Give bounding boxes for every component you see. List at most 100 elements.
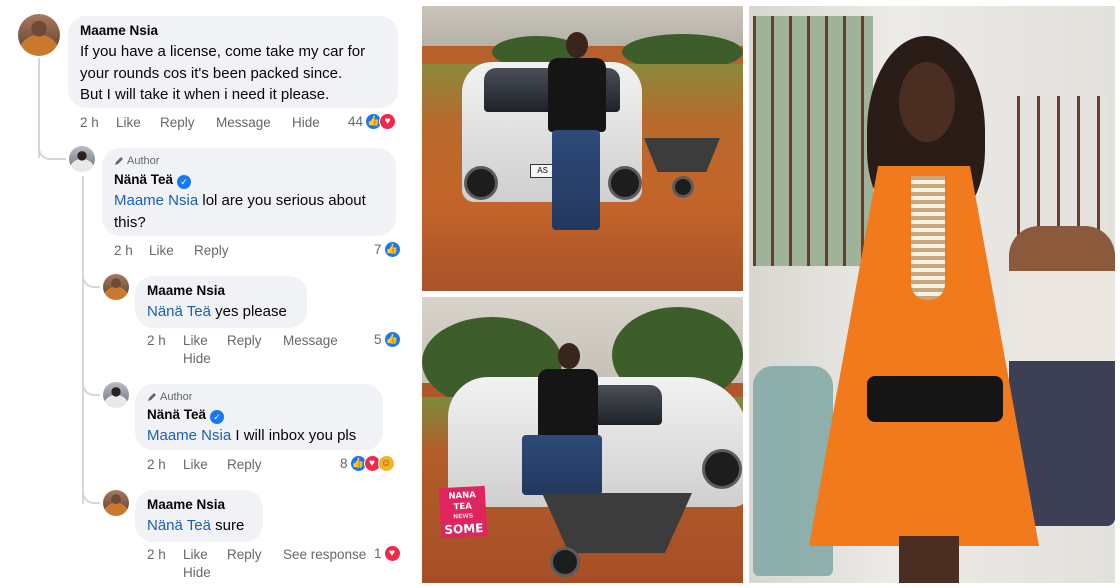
mention-link[interactable]: Maame Nsia [147, 427, 231, 444]
mention-link[interactable]: Nänä Teä [147, 517, 211, 534]
reply-button[interactable]: Reply [194, 243, 229, 258]
car-wheel [702, 449, 742, 489]
watermark-line: NANA TEA [448, 490, 477, 513]
message-button[interactable]: Message [283, 333, 338, 348]
car-wheel [608, 166, 642, 200]
comment-thread: Maame Nsia If you have a license, come t… [0, 0, 416, 588]
timestamp[interactable]: 2 h [80, 115, 99, 130]
comment-actions: 2 h Like Reply Message Hide [147, 333, 347, 369]
like-button[interactable]: Like [183, 333, 208, 348]
person-torso [548, 58, 606, 132]
mention-link[interactable]: Maame Nsia [114, 192, 198, 209]
message-button[interactable]: Message [216, 115, 271, 130]
see-response-button[interactable]: See response [283, 547, 366, 562]
avatar[interactable] [103, 382, 129, 408]
timestamp[interactable]: 2 h [114, 243, 133, 258]
reactions[interactable]: 44 👍 ♥ [348, 113, 397, 130]
commenter-name[interactable]: Maame Nsia [147, 497, 225, 512]
woman-face [899, 62, 955, 142]
reply-button[interactable]: Reply [227, 547, 262, 562]
love-reaction-icon: ♥ [383, 545, 401, 562]
reaction-count: 1 [374, 546, 382, 561]
commenter-name-text: Nänä Teä [147, 407, 207, 422]
photo-man-with-car-field: AS 5 [422, 6, 743, 291]
comment-text-line: this? [114, 213, 146, 231]
thread-connector [82, 268, 100, 288]
comment-text-part: I will inbox you pls [231, 427, 357, 444]
reaction-count: 5 [374, 332, 382, 347]
wheelbarrow-wheel [550, 547, 580, 577]
comment-actions: 2 h Like Reply [114, 243, 274, 261]
thread-line [82, 176, 84, 504]
comment-text-line: If you have a license, come take my car … [80, 43, 366, 60]
timestamp[interactable]: 2 h [147, 547, 166, 562]
author-badge: Author [147, 391, 192, 403]
author-label: Author [127, 155, 160, 167]
watermark-line: SOME [444, 520, 484, 537]
comment-text: Nänä Teä yes please [147, 301, 307, 323]
commenter-name[interactable]: Nänä Teä ✓ [114, 172, 192, 189]
pen-icon [148, 393, 156, 401]
verified-icon: ✓ [177, 175, 192, 189]
reply-button[interactable]: Reply [160, 115, 195, 130]
window-grille [753, 16, 873, 266]
reply-button[interactable]: Reply [227, 457, 262, 472]
commenter-name[interactable]: Maame Nsia [80, 23, 158, 38]
reaction-count: 7 [374, 242, 382, 257]
care-reaction-icon: ☺ [377, 455, 395, 472]
hide-button[interactable]: Hide [292, 115, 320, 130]
avatar[interactable] [69, 146, 95, 172]
comment-text-part: yes please [210, 303, 287, 320]
comment-actions: 2 h Like Reply Message Hide [80, 115, 340, 133]
reactions[interactable]: 1 ♥ [374, 545, 401, 562]
comment-text-line: But I will take it when i need it please… [80, 86, 330, 103]
verified-icon: ✓ [210, 410, 225, 424]
car-wheel [464, 166, 498, 200]
person-head [558, 343, 580, 369]
comment-text-line: your rounds cos it's been packed since. [80, 64, 343, 82]
like-reaction-icon: 👍 [383, 241, 401, 258]
thread-connector [82, 376, 100, 396]
person-legs [552, 130, 600, 230]
comment-text: If you have a license, come take my car … [80, 41, 396, 106]
reactions[interactable]: 7 👍 [374, 241, 401, 258]
commenter-name[interactable]: Nänä Teä ✓ [147, 407, 225, 424]
reaction-count: 44 [348, 114, 364, 129]
person-legs [522, 435, 602, 495]
author-label: Author [160, 391, 193, 403]
avatar[interactable] [103, 274, 129, 300]
reactions[interactable]: 5 👍 [374, 331, 401, 348]
comment-text: Maame Nsia I will inbox you pls [147, 425, 383, 447]
avatar[interactable] [103, 490, 129, 516]
comment-actions: 2 h Like Reply See response Hide [147, 547, 387, 583]
thread-connector [38, 140, 66, 160]
reaction-count: 8 [340, 456, 348, 471]
wheelbarrow-wheel [672, 176, 694, 198]
love-reaction-icon: ♥ [379, 113, 397, 130]
author-badge: Author [114, 155, 159, 167]
comment-actions: 2 h Like Reply [147, 457, 287, 475]
comment-text-part: lol are you serious about [198, 192, 366, 209]
reactions[interactable]: 8 👍 ♥ ☺ [340, 455, 395, 472]
person-head [566, 32, 588, 58]
timestamp[interactable]: 2 h [147, 333, 166, 348]
like-button[interactable]: Like [149, 243, 174, 258]
like-button[interactable]: Like [116, 115, 141, 130]
reply-button[interactable]: Reply [227, 333, 262, 348]
commenter-name[interactable]: Maame Nsia [147, 283, 225, 298]
mention-link[interactable]: Nänä Teä [147, 303, 211, 320]
like-reaction-icon: 👍 [383, 331, 401, 348]
photo-man-on-car-hood [422, 297, 743, 583]
timestamp[interactable]: 2 h [147, 457, 166, 472]
avatar[interactable] [18, 14, 60, 56]
like-button[interactable]: Like [183, 457, 208, 472]
dress-embroidery [911, 176, 945, 300]
hide-button[interactable]: Hide [183, 565, 211, 580]
photo-woman-orange-dress [749, 6, 1115, 583]
news-logo-watermark: NANA TEA NEWS SOME [438, 485, 488, 539]
like-button[interactable]: Like [183, 547, 208, 562]
hide-button[interactable]: Hide [183, 351, 211, 366]
comment-text: Nänä Teä sure [147, 515, 263, 537]
comment-text-part: sure [210, 517, 245, 534]
woman-legs [899, 536, 959, 583]
